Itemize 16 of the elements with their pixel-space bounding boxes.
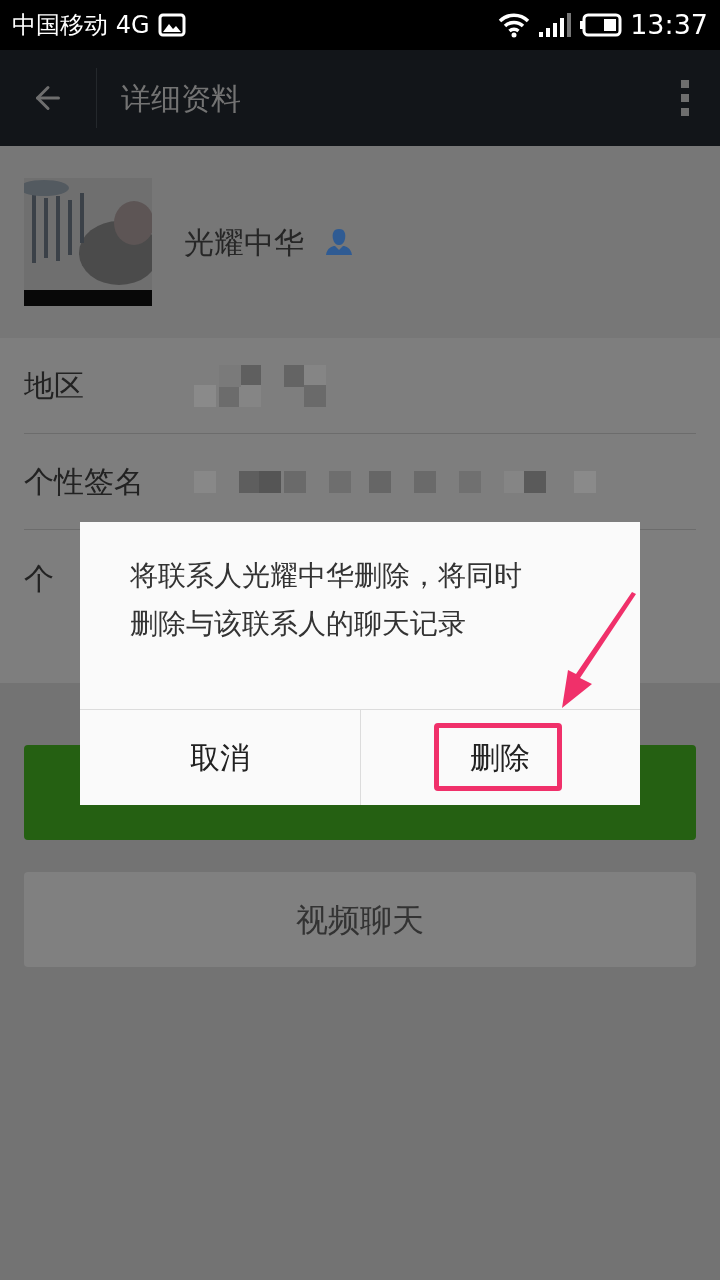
field-label: 个性签名	[24, 464, 144, 499]
dialog-message: 将联系人光耀中华删除，将同时删除与该联系人的聊天记录	[130, 558, 523, 642]
battery-icon	[580, 13, 623, 37]
field-label: 个	[24, 560, 54, 596]
image-icon	[157, 13, 186, 37]
contact-name: 光耀中华	[184, 223, 304, 262]
more-icon	[681, 80, 689, 116]
carrier-label: 中国移动 4G	[12, 10, 150, 41]
clock: 13:37	[630, 7, 708, 42]
dialog-button[interactable]: 取消	[80, 710, 360, 805]
field-label: 地区	[24, 368, 84, 403]
page-title: 详细资料	[121, 79, 242, 118]
wifi-icon	[498, 12, 531, 38]
signal-icon	[538, 12, 573, 38]
dialog-button[interactable]: 删除	[359, 710, 640, 805]
person-icon	[324, 228, 354, 256]
